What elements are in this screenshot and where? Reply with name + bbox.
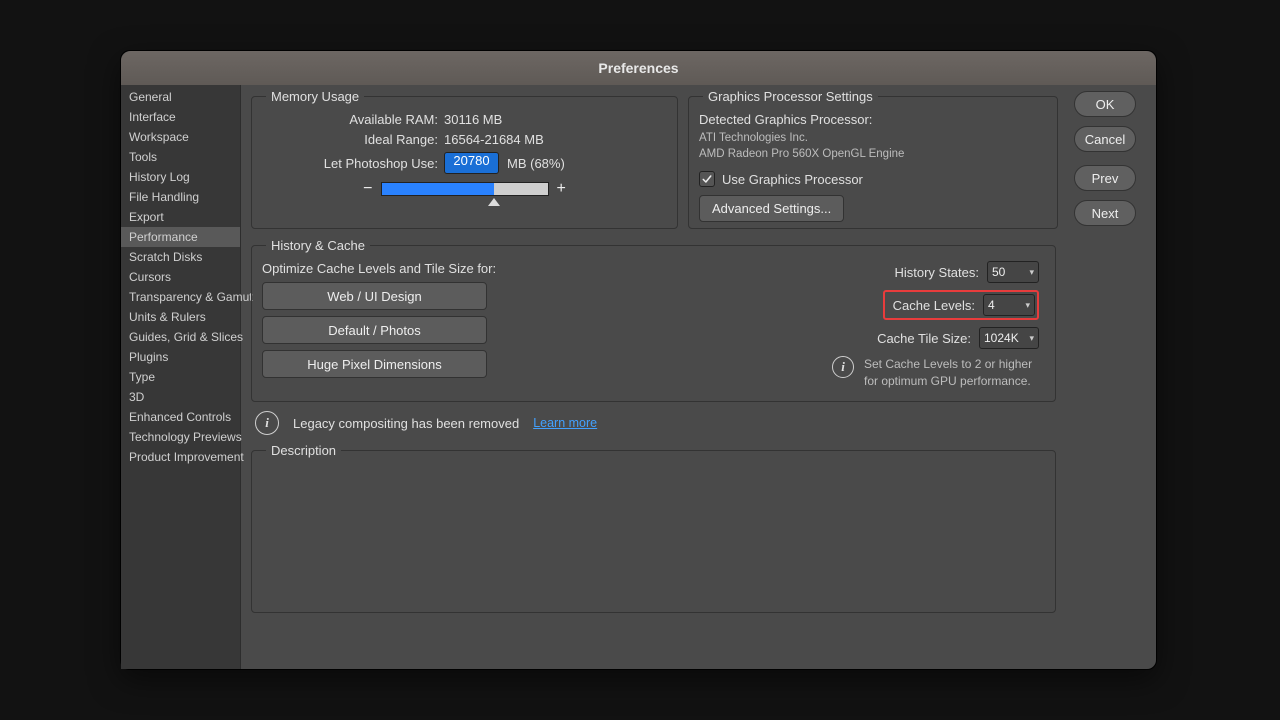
let-photoshop-use-label: Let Photoshop Use: (262, 156, 444, 171)
sidebar-item-history-log[interactable]: History Log (121, 167, 240, 187)
memory-minus-button[interactable]: − (363, 180, 372, 198)
ideal-range-label: Ideal Range: (262, 132, 444, 147)
sidebar-item-3d[interactable]: 3D (121, 387, 240, 407)
legacy-text: Legacy compositing has been removed (293, 416, 519, 431)
memory-usage-group: Memory Usage Available RAM: 30116 MB Ide… (251, 89, 678, 229)
sidebar-item-scratch-disks[interactable]: Scratch Disks (121, 247, 240, 267)
cache-levels-value: 4 (988, 298, 995, 312)
next-button[interactable]: Next (1074, 200, 1136, 226)
checkmark-icon (701, 173, 713, 185)
memory-use-input[interactable]: 20780 (444, 152, 499, 174)
sidebar-item-tools[interactable]: Tools (121, 147, 240, 167)
cache-info-row: i Set Cache Levels to 2 or higher for op… (582, 356, 1039, 390)
gpu-settings-group: Graphics Processor Settings Detected Gra… (688, 89, 1058, 229)
optimize-label: Optimize Cache Levels and Tile Size for: (262, 261, 582, 276)
main-panel: Memory Usage Available RAM: 30116 MB Ide… (241, 85, 1068, 669)
description-group: Description (251, 443, 1056, 613)
cache-tile-input[interactable]: 1024K ▾ (979, 327, 1039, 349)
memory-use-suffix: MB (68%) (507, 156, 565, 171)
use-gpu-checkbox[interactable] (699, 171, 715, 187)
cache-info-text: Set Cache Levels to 2 or higher for opti… (864, 356, 1039, 390)
history-states-input[interactable]: 50 ▾ (987, 261, 1039, 283)
window-body: GeneralInterfaceWorkspaceToolsHistory Lo… (121, 85, 1156, 669)
available-ram-label: Available RAM: (262, 112, 444, 127)
info-icon: i (832, 356, 854, 378)
sidebar-item-type[interactable]: Type (121, 367, 240, 387)
cache-levels-label: Cache Levels: (893, 298, 975, 313)
sidebar-item-technology-previews[interactable]: Technology Previews (121, 427, 240, 447)
sidebar-item-export[interactable]: Export (121, 207, 240, 227)
preset-web-ui[interactable]: Web / UI Design (262, 282, 487, 310)
memory-slider-fill (382, 183, 495, 195)
gpu-settings-legend: Graphics Processor Settings (703, 89, 878, 104)
history-cache-group: History & Cache Optimize Cache Levels an… (251, 238, 1056, 402)
info-icon: i (255, 411, 279, 435)
preferences-window: Preferences GeneralInterfaceWorkspaceToo… (120, 50, 1157, 670)
history-states-value: 50 (992, 265, 1005, 279)
sidebar-item-performance[interactable]: Performance (121, 227, 240, 247)
preset-default[interactable]: Default / Photos (262, 316, 487, 344)
available-ram-value: 30116 MB (444, 112, 502, 127)
sidebar-item-plugins[interactable]: Plugins (121, 347, 240, 367)
sidebar-item-guides-grid-slices[interactable]: Guides, Grid & Slices (121, 327, 240, 347)
ok-button[interactable]: OK (1074, 91, 1136, 117)
cache-levels-highlight: Cache Levels: 4 ▾ (883, 290, 1039, 320)
preset-huge-pixel[interactable]: Huge Pixel Dimensions (262, 350, 487, 378)
memory-slider-row: − + (262, 180, 667, 198)
ideal-range-value: 16564-21684 MB (444, 132, 544, 147)
chevron-down-icon: ▾ (1025, 300, 1030, 311)
category-sidebar: GeneralInterfaceWorkspaceToolsHistory Lo… (121, 85, 241, 669)
dialog-button-column: OK Cancel Prev Next (1068, 85, 1156, 669)
chevron-down-icon: ▾ (1029, 333, 1034, 344)
sidebar-item-general[interactable]: General (121, 87, 240, 107)
detected-gpu-label: Detected Graphics Processor: (699, 112, 1047, 127)
memory-plus-button[interactable]: + (557, 180, 566, 198)
sidebar-item-cursors[interactable]: Cursors (121, 267, 240, 287)
cache-levels-input[interactable]: 4 ▾ (983, 294, 1035, 316)
window-title: Preferences (121, 51, 1156, 85)
sidebar-item-units-rulers[interactable]: Units & Rulers (121, 307, 240, 327)
history-states-label: History States: (894, 265, 979, 280)
gpu-vendor: ATI Technologies Inc. (699, 130, 1047, 146)
description-legend: Description (266, 443, 341, 458)
memory-slider[interactable] (381, 182, 549, 196)
use-gpu-label: Use Graphics Processor (722, 172, 863, 187)
sidebar-item-transparency-gamut[interactable]: Transparency & Gamut (121, 287, 240, 307)
sidebar-item-file-handling[interactable]: File Handling (121, 187, 240, 207)
history-cache-legend: History & Cache (266, 238, 370, 253)
memory-usage-legend: Memory Usage (266, 89, 364, 104)
prev-button[interactable]: Prev (1074, 165, 1136, 191)
learn-more-link[interactable]: Learn more (533, 416, 597, 430)
sidebar-item-interface[interactable]: Interface (121, 107, 240, 127)
advanced-settings-button[interactable]: Advanced Settings... (699, 195, 844, 222)
legacy-compositing-row: i Legacy compositing has been removed Le… (255, 411, 1056, 435)
gpu-model: AMD Radeon Pro 560X OpenGL Engine (699, 146, 1047, 162)
top-row: Memory Usage Available RAM: 30116 MB Ide… (251, 89, 1058, 238)
memory-slider-thumb[interactable] (488, 198, 500, 206)
cache-tile-label: Cache Tile Size: (877, 331, 971, 346)
cache-tile-value: 1024K (984, 331, 1019, 345)
chevron-down-icon: ▾ (1029, 267, 1034, 278)
use-gpu-row[interactable]: Use Graphics Processor (699, 171, 1047, 187)
cancel-button[interactable]: Cancel (1074, 126, 1136, 152)
sidebar-item-workspace[interactable]: Workspace (121, 127, 240, 147)
sidebar-item-product-improvement[interactable]: Product Improvement (121, 447, 240, 467)
sidebar-item-enhanced-controls[interactable]: Enhanced Controls (121, 407, 240, 427)
